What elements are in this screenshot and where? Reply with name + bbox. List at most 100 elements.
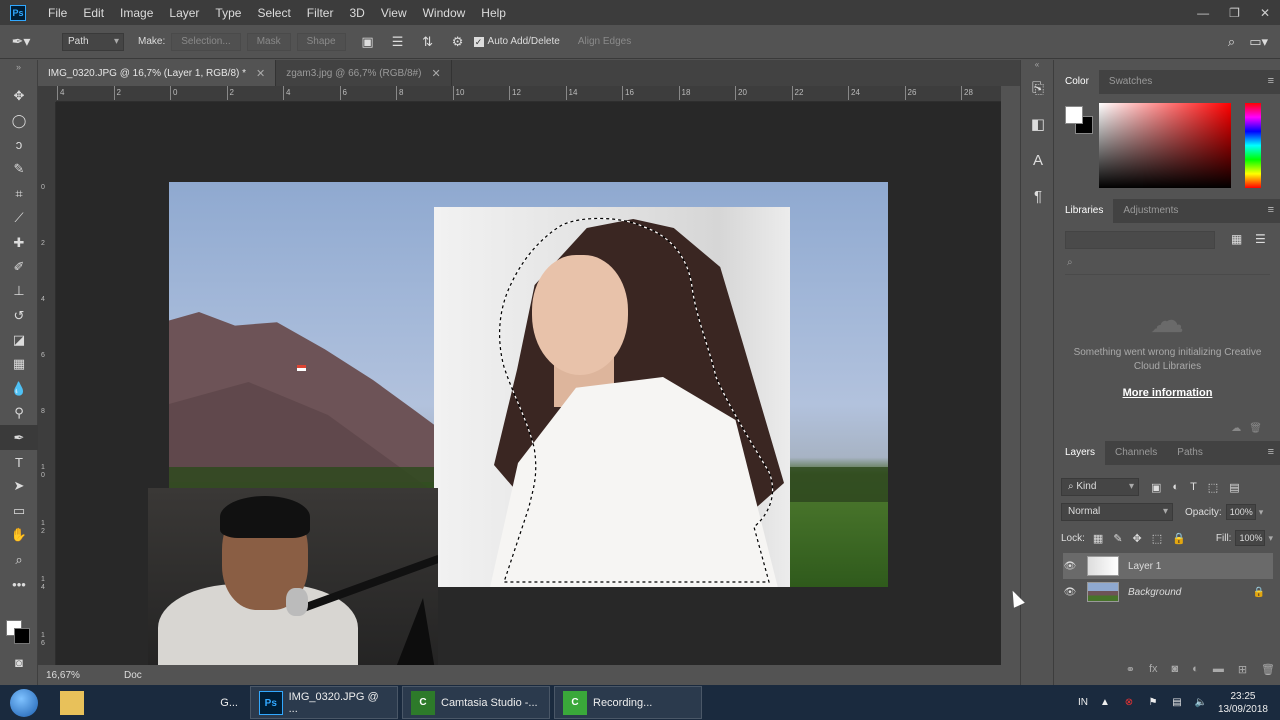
strip-collapse-icon[interactable]: « bbox=[1021, 60, 1053, 70]
library-search[interactable]: ⌕ bbox=[1065, 257, 1270, 275]
chevron-down-icon[interactable]: ▾ bbox=[1259, 507, 1264, 518]
workspace-icon[interactable]: ▭▾ bbox=[1249, 34, 1268, 50]
paragraph-panel-icon[interactable]: ¶ bbox=[1021, 178, 1055, 214]
make-selection-button[interactable]: Selection... bbox=[171, 32, 241, 51]
gradient-tool-icon[interactable]: ▦ bbox=[0, 352, 38, 376]
language-indicator[interactable]: IN bbox=[1078, 697, 1088, 708]
taskbar-explorer[interactable] bbox=[52, 686, 92, 719]
close-icon[interactable]: ✕ bbox=[431, 67, 440, 80]
add-mask-icon[interactable]: ◙ bbox=[1172, 663, 1179, 681]
history-brush-tool-icon[interactable]: ↺ bbox=[0, 304, 38, 328]
auto-add-delete-checkbox[interactable]: ✓ Auto Add/Delete bbox=[473, 36, 560, 47]
menu-3d[interactable]: 3D bbox=[341, 6, 372, 20]
close-button[interactable]: ✕ bbox=[1260, 6, 1270, 20]
chevron-down-icon[interactable]: ▾ bbox=[1268, 533, 1273, 544]
tab-channels[interactable]: Channels bbox=[1105, 441, 1167, 465]
trash-icon[interactable]: 🗑 bbox=[1249, 423, 1262, 434]
tab-img-0320[interactable]: IMG_0320.JPG @ 16,7% (Layer 1, RGB/8) * … bbox=[38, 60, 277, 86]
ruler-corner[interactable] bbox=[38, 86, 56, 102]
make-shape-button[interactable]: Shape bbox=[296, 32, 346, 51]
tab-paths[interactable]: Paths bbox=[1167, 441, 1213, 465]
restore-button[interactable]: ❐ bbox=[1229, 6, 1240, 20]
color-swatches[interactable] bbox=[6, 620, 32, 646]
show-hidden-icons-icon[interactable]: ▲ bbox=[1098, 697, 1112, 708]
layer-kind-filter[interactable]: ⌕ Kind bbox=[1061, 478, 1139, 496]
lasso-tool-icon[interactable]: ↄ bbox=[0, 133, 38, 157]
lock-transparent-icon[interactable]: ▦ bbox=[1093, 532, 1103, 545]
panel-menu-icon[interactable]: ≡ bbox=[1268, 446, 1274, 458]
grid-view-icon[interactable]: ▦ bbox=[1231, 232, 1242, 246]
start-button[interactable] bbox=[0, 685, 48, 720]
volume-icon[interactable]: 🔈 bbox=[1194, 697, 1208, 708]
clone-stamp-tool-icon[interactable]: ⊥ bbox=[0, 279, 38, 303]
gear-icon[interactable]: ⚙ bbox=[450, 34, 466, 50]
smart-object-filter-icon[interactable]: ▤ bbox=[1229, 481, 1239, 494]
menu-view[interactable]: View bbox=[373, 6, 415, 20]
menu-help[interactable]: Help bbox=[473, 6, 514, 20]
pen-path-outline[interactable] bbox=[434, 207, 790, 587]
panel-menu-icon[interactable]: ≡ bbox=[1268, 204, 1274, 216]
history-panel-icon[interactable]: ⎘ bbox=[1021, 70, 1055, 106]
tab-libraries[interactable]: Libraries bbox=[1055, 199, 1114, 223]
character-panel-icon[interactable]: A bbox=[1021, 142, 1055, 178]
more-information-link[interactable]: More information bbox=[1065, 387, 1270, 399]
marquee-tool-icon[interactable]: ◯ bbox=[0, 108, 38, 132]
taskbar-recording[interactable]: C Recording... bbox=[554, 686, 702, 719]
zoom-level[interactable]: 16,67% bbox=[46, 670, 116, 681]
hand-tool-icon[interactable]: ✋ bbox=[0, 523, 38, 547]
rectangle-tool-icon[interactable]: ▭ bbox=[0, 499, 38, 523]
library-select[interactable] bbox=[1065, 231, 1215, 249]
search-icon[interactable]: ⌕ bbox=[1228, 34, 1235, 50]
tools-collapse-icon[interactable]: » bbox=[0, 60, 37, 84]
path-arrangement-icon[interactable]: ⇅ bbox=[420, 34, 436, 50]
properties-panel-icon[interactable]: ◧ bbox=[1021, 106, 1055, 142]
pen-tool-icon[interactable]: ✒ bbox=[0, 425, 38, 450]
new-layer-icon[interactable]: ⊞ bbox=[1238, 663, 1247, 681]
adjustment-filter-icon[interactable]: ◐ bbox=[1172, 481, 1179, 494]
eraser-tool-icon[interactable]: ◪ bbox=[0, 328, 38, 352]
crop-tool-icon[interactable]: ⌗ bbox=[0, 182, 38, 206]
new-group-icon[interactable]: ▬ bbox=[1213, 663, 1224, 681]
quick-selection-tool-icon[interactable]: ✎ bbox=[0, 157, 38, 181]
hue-slider[interactable] bbox=[1245, 103, 1261, 188]
type-tool-icon[interactable]: T bbox=[0, 450, 38, 474]
layer-row-background[interactable]: 👁 Background 🔒 bbox=[1063, 579, 1273, 605]
layer-row-layer-1[interactable]: 👁 Layer 1 bbox=[1063, 553, 1273, 579]
tab-zgam3[interactable]: zgam3.jpg @ 66,7% (RGB/8#) ✕ bbox=[276, 60, 452, 86]
background-color[interactable] bbox=[14, 628, 30, 644]
zoom-tool-icon[interactable]: ⌕ bbox=[0, 547, 38, 571]
lock-all-icon[interactable]: 🔒 bbox=[1172, 532, 1186, 545]
color-saturation-field[interactable] bbox=[1099, 103, 1231, 188]
fill-input[interactable]: 100% bbox=[1235, 530, 1266, 546]
horizontal-ruler[interactable]: 4 2 0 2 4 6 8 10 12 14 16 18 20 22 24 26 28 bbox=[56, 86, 1001, 102]
trash-icon[interactable]: 🗑 bbox=[1261, 663, 1275, 681]
more-tools-icon[interactable]: ••• bbox=[0, 572, 38, 596]
layer-style-icon[interactable]: fx bbox=[1149, 663, 1158, 681]
foreground-swatch[interactable] bbox=[1065, 106, 1083, 124]
path-selection-tool-icon[interactable]: ➤ bbox=[0, 474, 38, 498]
opacity-input[interactable]: 100% bbox=[1225, 504, 1256, 520]
brush-tool-icon[interactable]: ✐ bbox=[0, 255, 38, 279]
antivirus-icon[interactable]: ⊗ bbox=[1122, 697, 1136, 708]
pen-tool-preset-icon[interactable]: ✒▾ bbox=[0, 33, 42, 50]
visibility-eye-icon[interactable]: 👁 bbox=[1063, 587, 1077, 598]
tab-adjustments[interactable]: Adjustments bbox=[1113, 199, 1188, 223]
link-layers-icon[interactable]: ⚭ bbox=[1126, 663, 1135, 681]
list-view-icon[interactable]: ☰ bbox=[1255, 232, 1266, 246]
pen-mode-select[interactable]: Path bbox=[62, 32, 124, 51]
menu-layer[interactable]: Layer bbox=[161, 6, 207, 20]
align-edges-checkbox[interactable]: Align Edges bbox=[578, 36, 631, 47]
menu-file[interactable]: File bbox=[40, 6, 75, 20]
menu-select[interactable]: Select bbox=[249, 6, 298, 20]
pixel-filter-icon[interactable]: ▣ bbox=[1151, 481, 1161, 494]
lock-image-icon[interactable]: ✎ bbox=[1113, 532, 1122, 545]
taskbar-photoshop[interactable]: Ps IMG_0320.JPG @ ... bbox=[250, 686, 398, 719]
dodge-tool-icon[interactable]: ⚲ bbox=[0, 401, 38, 425]
vertical-ruler[interactable]: 0 2 4 6 8 1 0 1 2 1 4 1 6 bbox=[38, 102, 56, 665]
menu-edit[interactable]: Edit bbox=[75, 6, 112, 20]
system-clock[interactable]: 23:25 13/09/2018 bbox=[1218, 690, 1268, 716]
adjustment-layer-icon[interactable]: ◐ bbox=[1192, 663, 1199, 681]
close-icon[interactable]: ✕ bbox=[256, 67, 265, 80]
tab-layers[interactable]: Layers bbox=[1055, 441, 1106, 465]
tab-swatches[interactable]: Swatches bbox=[1099, 70, 1162, 94]
